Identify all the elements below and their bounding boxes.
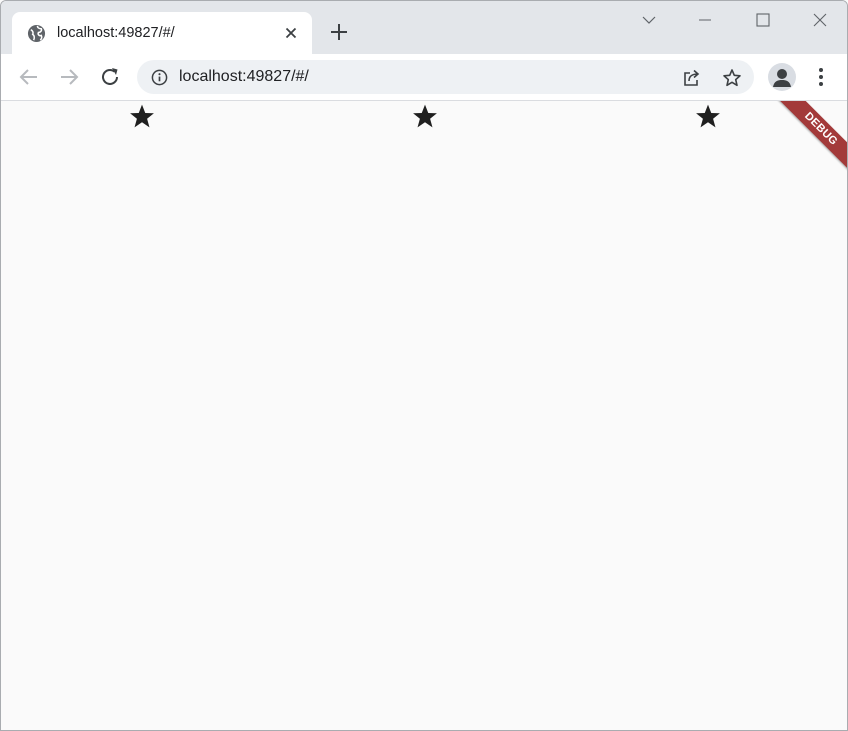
back-arrow-icon[interactable] <box>17 65 41 89</box>
debug-banner: DEBUG <box>772 101 847 178</box>
profile-button[interactable] <box>768 63 796 91</box>
url-input[interactable] <box>179 68 659 86</box>
chevron-down-icon <box>642 16 656 24</box>
tab-title: localhost:49827/#/ <box>57 25 175 41</box>
menu-icon[interactable] <box>812 65 830 89</box>
close-window-button[interactable] <box>806 9 834 31</box>
forward-arrow-icon[interactable] <box>57 65 81 89</box>
tab-close-icon[interactable] <box>283 25 299 41</box>
star-icon <box>413 104 437 128</box>
star-icon <box>696 104 720 128</box>
star-icon <box>130 104 154 128</box>
new-tab-button[interactable] <box>328 21 350 43</box>
maximize-button[interactable] <box>749 9 777 31</box>
browser-tab[interactable]: localhost:49827/#/ <box>12 12 312 55</box>
browser-toolbar <box>1 54 847 101</box>
bookmark-star-icon[interactable] <box>722 68 742 88</box>
close-icon <box>813 13 827 27</box>
share-icon[interactable] <box>681 68 701 88</box>
minimize-button[interactable] <box>691 9 719 31</box>
minimize-icon <box>699 19 711 21</box>
address-bar[interactable] <box>137 60 754 94</box>
info-icon[interactable] <box>151 69 168 86</box>
tab-search-button[interactable] <box>635 9 663 31</box>
browser-window: localhost:49827/#/ localhost:49827/#/ DE… <box>0 0 848 731</box>
page-content: DEBUG <box>1 101 847 730</box>
maximize-icon <box>756 13 770 27</box>
profile-icon <box>773 69 791 87</box>
globe-icon <box>27 24 46 43</box>
tab-strip: localhost:49827/#/ <box>1 1 847 55</box>
reload-icon[interactable] <box>98 65 122 89</box>
